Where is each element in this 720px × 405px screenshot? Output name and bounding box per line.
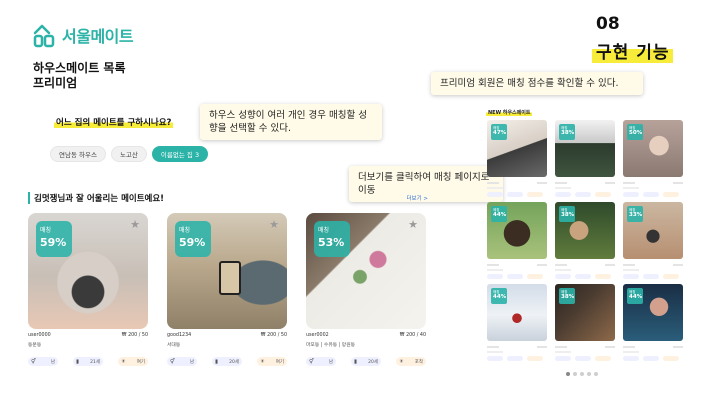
mate-price: ₩ 200 / 50 bbox=[260, 333, 287, 338]
mini-mate-card[interactable]: 매칭 50% bbox=[623, 120, 683, 202]
sun-icon: ☀ bbox=[121, 358, 126, 365]
mate-user-id: user0000 bbox=[28, 333, 51, 338]
mini-photo: 매칭 50% bbox=[623, 120, 683, 177]
mini-photo: 매칭 44% bbox=[487, 202, 547, 259]
mini-mate-card[interactable]: 매칭 44% bbox=[487, 284, 547, 366]
mini-photo: 매칭 44% bbox=[487, 284, 547, 341]
star-icon[interactable]: ★ bbox=[130, 218, 140, 231]
mini-match-badge: 매칭 38% bbox=[559, 206, 575, 222]
mini-match-badge: 매칭 33% bbox=[627, 206, 643, 222]
match-badge: 매칭 53% bbox=[314, 221, 350, 257]
gender-tag: ⚥ 남 bbox=[167, 357, 197, 366]
mate-user-id: user0002 bbox=[306, 333, 329, 338]
star-icon[interactable]: ★ bbox=[269, 218, 279, 231]
premium-mate-grid: NEW 하우스메이트 매칭 47% 매칭 38% 매칭 50% 매칭 44% 매칭 38%… bbox=[484, 106, 688, 368]
page-title: 하우스메이트 목록 프리미엄 bbox=[33, 61, 126, 91]
mini-photo: 매칭 47% bbox=[487, 120, 547, 177]
mini-match-badge: 매칭 38% bbox=[559, 288, 575, 304]
mate-user-id: good1234 bbox=[167, 333, 192, 338]
match-score: 53% bbox=[318, 236, 345, 249]
section-number: 08 bbox=[596, 14, 620, 34]
house-chip-3[interactable]: 이름없는 집 3 bbox=[151, 146, 209, 162]
mini-match-badge: 매칭 50% bbox=[627, 124, 643, 140]
match-score: 59% bbox=[179, 236, 206, 249]
trait-tag: ☀ 여기 bbox=[257, 357, 287, 366]
house-filter-chips: 연남동 하우스 노고산 이름없는 집 3 bbox=[50, 146, 209, 162]
sun-icon: ☀ bbox=[399, 358, 404, 365]
mini-match-badge: 매칭 47% bbox=[491, 124, 507, 140]
mate-place: 동문동 bbox=[28, 343, 42, 348]
mate-list-title: 김멋쟁님과 잘 어울리는 메이트예요! bbox=[28, 192, 164, 204]
mini-mate-card[interactable]: 매칭 38% bbox=[555, 202, 615, 284]
page-title-line2: 프리미엄 bbox=[33, 76, 78, 90]
mate-photo: 매칭 53% ★ bbox=[306, 213, 426, 329]
mini-match-badge: 매칭 44% bbox=[491, 206, 507, 222]
mini-mate-card[interactable]: 매칭 38% bbox=[555, 284, 615, 366]
house-question: 어느 집의 메이트를 구하시나요? bbox=[54, 116, 174, 128]
trait-tag: ☀ 여기 bbox=[118, 357, 148, 366]
callout-personality: 하우스 성향이 여러 개인 경우 매칭할 성향을 선택할 수 있다. bbox=[200, 104, 382, 140]
sun-icon: ☀ bbox=[260, 358, 265, 365]
mini-photo: 매칭 44% bbox=[623, 284, 683, 341]
mini-match-badge: 매칭 44% bbox=[627, 288, 643, 304]
page-dot[interactable] bbox=[594, 372, 598, 376]
mate-card[interactable]: 매칭 53% ★ user0002 ₩ 200 / 40 마포동 | 수유동 |… bbox=[306, 213, 426, 366]
page-dot[interactable] bbox=[580, 372, 584, 376]
gender-icon: ⚥ bbox=[170, 358, 175, 365]
mate-place: 서대동 bbox=[167, 343, 181, 348]
page-dot[interactable] bbox=[566, 372, 570, 376]
mini-mate-card[interactable]: 매칭 44% bbox=[623, 284, 683, 366]
section-title: 구현 기능 bbox=[592, 38, 674, 63]
mate-price: ₩ 200 / 50 bbox=[121, 333, 148, 338]
mini-match-badge: 매칭 44% bbox=[491, 288, 507, 304]
person-icon: ▮ bbox=[215, 358, 219, 365]
mate-card[interactable]: 매칭 59% ★ good1234 ₩ 200 / 50 서대동 ⚥ 남 ▮ 20세… bbox=[167, 213, 287, 366]
mini-photo: 매칭 38% bbox=[555, 284, 615, 341]
mini-mate-card[interactable]: 매칭 38% bbox=[555, 120, 615, 202]
page-dot[interactable] bbox=[587, 372, 591, 376]
mate-place: 마포동 | 수유동 | 망원동 bbox=[306, 343, 356, 348]
match-score: 59% bbox=[40, 236, 67, 249]
mini-grid-title: NEW 하우스메이트 bbox=[486, 109, 533, 116]
mate-photo: 매칭 59% ★ bbox=[167, 213, 287, 329]
gender-icon: ⚥ bbox=[309, 358, 314, 365]
mini-photo: 매칭 38% bbox=[555, 202, 615, 259]
mate-price: ₩ 200 / 40 bbox=[399, 333, 426, 338]
mini-photo: 매칭 33% bbox=[623, 202, 683, 259]
mini-mate-card[interactable]: 매칭 44% bbox=[487, 202, 547, 284]
match-badge: 매칭 59% bbox=[36, 221, 72, 257]
mate-card[interactable]: 매칭 59% ★ user0000 ₩ 200 / 50 동문동 ⚥ 남 ▮ 21세… bbox=[28, 213, 148, 366]
mate-list-header: 김멋쟁님과 잘 어울리는 메이트예요! 더보기 > bbox=[28, 192, 428, 204]
age-tag: ▮ 20세 bbox=[351, 357, 381, 366]
mini-photo: 매칭 38% bbox=[555, 120, 615, 177]
gender-tag: ⚥ 남 bbox=[306, 357, 336, 366]
house-chip-1[interactable]: 연남동 하우스 bbox=[50, 146, 106, 162]
mate-photo: 매칭 59% ★ bbox=[28, 213, 148, 329]
page-dot[interactable] bbox=[573, 372, 577, 376]
gender-icon: ⚥ bbox=[31, 358, 36, 365]
brand-logo: 서울메이트 bbox=[32, 22, 134, 48]
age-tag: ▮ 20세 bbox=[212, 357, 242, 366]
brand-name: 서울메이트 bbox=[62, 27, 134, 46]
person-icon: ▮ bbox=[354, 358, 358, 365]
person-icon: ▮ bbox=[76, 358, 80, 365]
page-title-line1: 하우스메이트 목록 bbox=[33, 61, 126, 75]
mini-mate-card[interactable]: 매칭 47% bbox=[487, 120, 547, 202]
pagination-dots[interactable] bbox=[566, 372, 598, 376]
match-badge: 매칭 59% bbox=[175, 221, 211, 257]
star-icon[interactable]: ★ bbox=[408, 218, 418, 231]
mate-card-list: 매칭 59% ★ user0000 ₩ 200 / 50 동문동 ⚥ 남 ▮ 21세… bbox=[28, 213, 426, 366]
callout-premium: 프리미엄 회원은 매칭 점수를 확인할 수 있다. bbox=[431, 72, 643, 95]
house-chip-2[interactable]: 노고산 bbox=[110, 146, 147, 162]
age-tag: ▮ 21세 bbox=[73, 357, 103, 366]
gender-tag: ⚥ 남 bbox=[28, 357, 58, 366]
mini-match-badge: 매칭 38% bbox=[559, 124, 575, 140]
trait-tag: ☀ 포착 bbox=[396, 357, 426, 366]
more-link[interactable]: 더보기 > bbox=[406, 194, 428, 202]
mini-mate-card[interactable]: 매칭 33% bbox=[623, 202, 683, 284]
house-logo-icon bbox=[33, 24, 55, 48]
